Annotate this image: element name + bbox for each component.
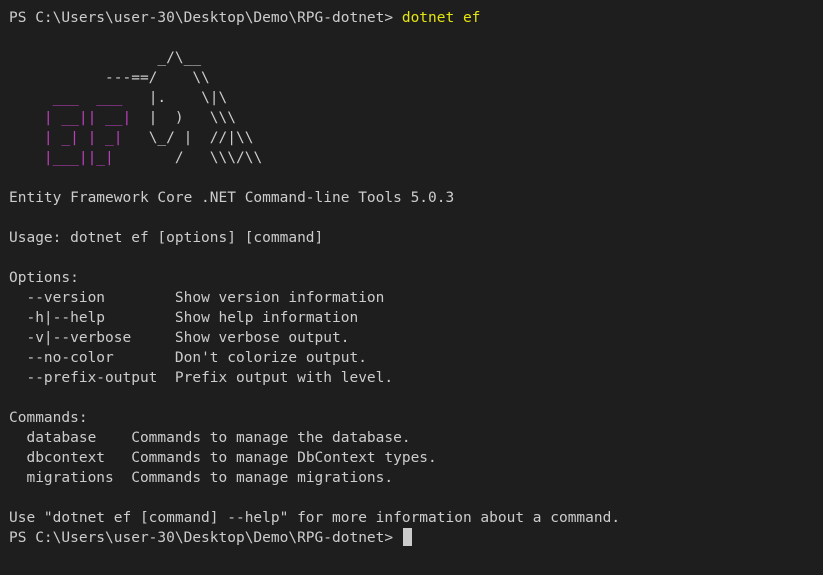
option-description: Don't colorize output. xyxy=(174,350,367,366)
logo-line: ---==/ \\ xyxy=(9,68,823,88)
terminal-window[interactable]: PS C:\Users\user-30\Desktop\Demo\RPG-dot… xyxy=(0,0,823,575)
option-flag: --prefix-output xyxy=(9,370,175,386)
command-description: Commands to manage DbContext types. xyxy=(131,450,437,466)
ef-logo: _/\__ ---==/ \\ ___ ___ |. \|\ | __|| __… xyxy=(9,48,823,168)
option-flag: --version xyxy=(9,290,175,306)
logo-unicorn-part: / \\\/\\ xyxy=(113,150,263,166)
prompt-path: PS C:\Users\user-30\Desktop\Demo\RPG-dot… xyxy=(9,10,402,26)
text-cursor[interactable] xyxy=(402,528,412,546)
option-row: --prefix-output Prefix output with level… xyxy=(9,368,823,388)
command-name: dbcontext xyxy=(9,450,132,466)
tool-title: Entity Framework Core .NET Command-line … xyxy=(9,190,455,206)
command-name: migrations xyxy=(9,470,132,486)
command-row: migrations Commands to manage migrations… xyxy=(9,468,823,488)
option-row: --version Show version information xyxy=(9,288,823,308)
entered-command: dotnet ef xyxy=(401,10,481,26)
logo-unicorn-part: \_/ | //|\\ xyxy=(122,130,254,146)
logo-line: |___||_| / \\\/\\ xyxy=(9,148,823,168)
logo-line: ___ ___ |. \|\ xyxy=(9,88,823,108)
option-description: Show version information xyxy=(174,290,385,306)
options-header: Options: xyxy=(9,270,79,286)
option-description: Show help information xyxy=(174,310,359,326)
option-description: Show verbose output. xyxy=(174,330,350,346)
option-flag: --no-color xyxy=(9,350,175,366)
logo-ef-part: |___||_| xyxy=(9,150,114,166)
command-row: database Commands to manage the database… xyxy=(9,428,823,448)
logo-line: _/\__ xyxy=(9,48,823,68)
logo-ef-part: | _| | _| xyxy=(9,130,123,146)
option-flag: -h|--help xyxy=(9,310,175,326)
prompt-line: PS C:\Users\user-30\Desktop\Demo\RPG-dot… xyxy=(9,8,823,28)
prompt-path: PS C:\Users\user-30\Desktop\Demo\RPG-dot… xyxy=(9,530,402,546)
logo-ef-part: ___ ___ xyxy=(9,90,123,106)
logo-unicorn-part: | ) \\\ xyxy=(131,110,236,126)
option-row: -v|--verbose Show verbose output. xyxy=(9,328,823,348)
option-description: Prefix output with level. xyxy=(174,370,394,386)
logo-line: | __|| __| | ) \\\ xyxy=(9,108,823,128)
logo-unicorn-part: |. \|\ xyxy=(122,90,228,106)
help-footer: Use "dotnet ef [command] --help" for mor… xyxy=(9,510,621,526)
command-name: database xyxy=(9,430,132,446)
logo-line: | _| | _| \_/ | //|\\ xyxy=(9,128,823,148)
option-flag: -v|--verbose xyxy=(9,330,175,346)
prompt-line[interactable]: PS C:\Users\user-30\Desktop\Demo\RPG-dot… xyxy=(9,528,823,548)
commands-header: Commands: xyxy=(9,410,88,426)
logo-unicorn-part: ---==/ \\ xyxy=(9,70,210,86)
usage-line: Usage: dotnet ef [options] [command] xyxy=(9,230,324,246)
option-row: -h|--help Show help information xyxy=(9,308,823,328)
logo-unicorn-part: _/\__ xyxy=(9,50,202,66)
command-description: Commands to manage the database. xyxy=(131,430,411,446)
logo-ef-part: | __|| __| xyxy=(9,110,132,126)
command-description: Commands to manage migrations. xyxy=(131,470,394,486)
command-row: dbcontext Commands to manage DbContext t… xyxy=(9,448,823,468)
option-row: --no-color Don't colorize output. xyxy=(9,348,823,368)
